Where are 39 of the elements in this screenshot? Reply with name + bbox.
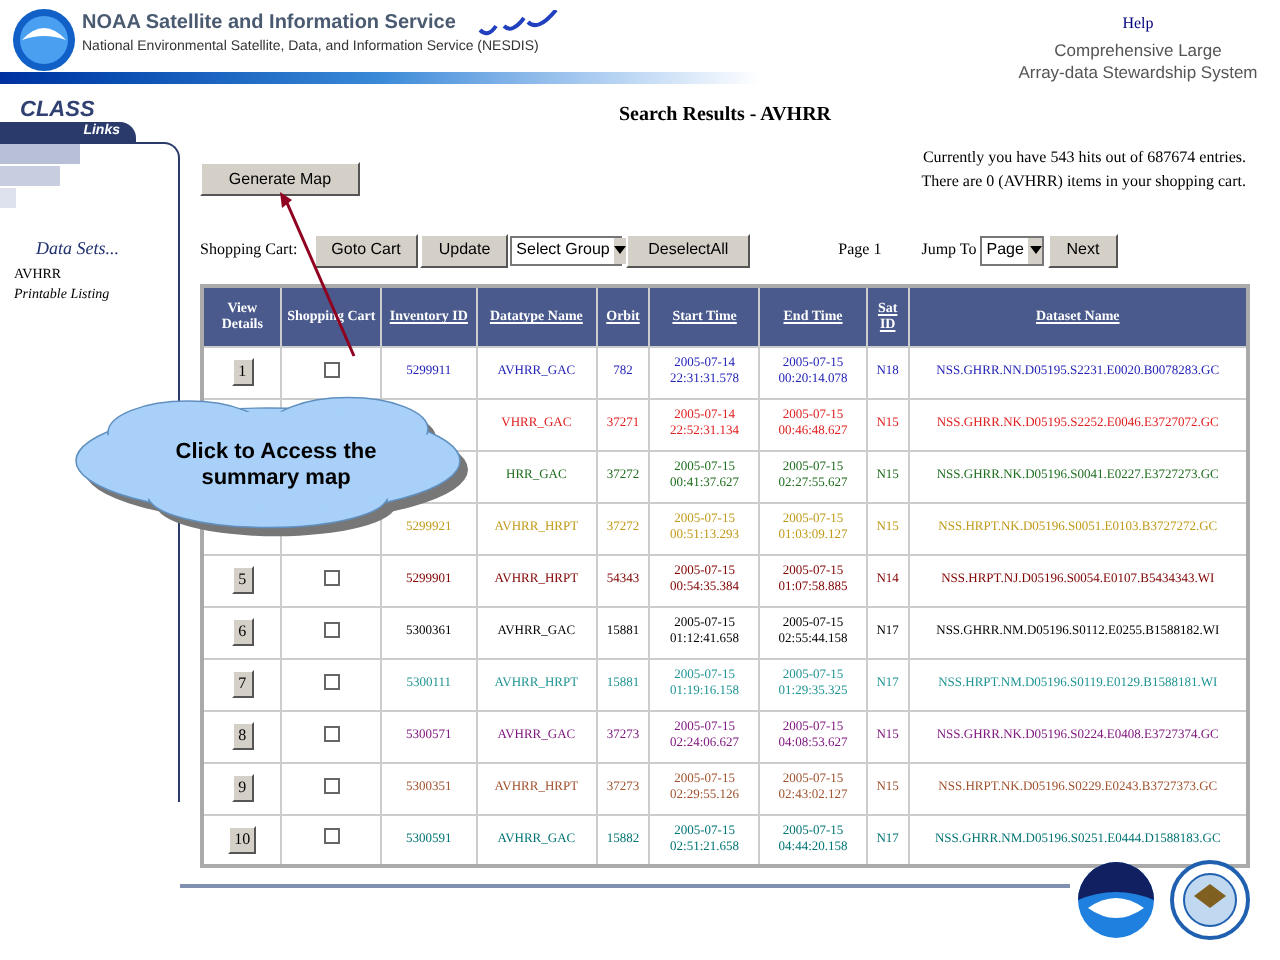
- view-details-button[interactable]: 10: [228, 825, 257, 854]
- view-details-button[interactable]: 7: [231, 670, 254, 698]
- group-select[interactable]: Select Group: [510, 235, 623, 265]
- cart-checkbox[interactable]: [323, 361, 340, 377]
- cart-button[interactable]: Goto Cart: [313, 233, 419, 267]
- grid-pattern-icon: [0, 144, 80, 208]
- logo-icon: [12, 8, 76, 72]
- view-details-button[interactable]: 5: [231, 566, 254, 594]
- noaa-logo-icon: [1076, 860, 1156, 940]
- cart-checkbox[interactable]: [323, 569, 340, 585]
- view-details-button[interactable]: 9: [231, 774, 254, 802]
- page-title: Search Results - AVHRR: [616, 102, 834, 130]
- view-details-button[interactable]: 1: [231, 358, 254, 386]
- view-details-button[interactable]: 6: [231, 618, 254, 646]
- brand-label: CLASS: [18, 100, 97, 122]
- cart-checkbox[interactable]: [323, 621, 340, 637]
- cart-checkbox[interactable]: [323, 828, 340, 845]
- cart-checkbox[interactable]: [323, 673, 340, 689]
- shopping-cart-label: Shopping Cart:: [200, 238, 298, 262]
- cart-checkbox[interactable]: [323, 725, 340, 741]
- birds-icon: [475, 9, 560, 37]
- next-button[interactable]: Next: [1048, 233, 1118, 267]
- data-sets-heading: Data Sets...: [36, 236, 121, 262]
- view-details-button[interactable]: 8: [231, 722, 254, 750]
- summary-text: There are 0 (AVHRR) items in your shopping cart.: [921, 170, 1246, 194]
- generate-map-button[interactable]: Generate Map: [200, 162, 360, 196]
- seal-icon: [1170, 860, 1250, 940]
- page-label: Page 1: [838, 238, 882, 262]
- page-select[interactable]: Page: [980, 235, 1045, 265]
- callout-text: Click to Access the summary map: [173, 440, 379, 492]
- system-name: Comprehensive Large: [1054, 40, 1222, 62]
- jump-to-label: Jump To: [921, 238, 977, 262]
- cart-button[interactable]: Update: [420, 233, 509, 267]
- system-name: Array-data Stewardship System: [1018, 62, 1258, 84]
- deselect-all-button[interactable]: DeselectAll: [626, 233, 751, 267]
- summary-text: Currently you have 543 hits out of 687674 entries.: [922, 146, 1246, 170]
- help-link[interactable]: Help: [1122, 12, 1154, 36]
- cart-checkbox[interactable]: [323, 777, 340, 793]
- site-title: NOAA Satellite and Information Service: [82, 10, 456, 38]
